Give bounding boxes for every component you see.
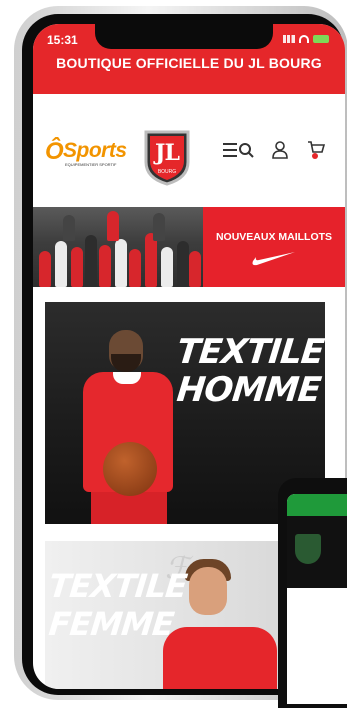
menu-icon — [223, 143, 254, 158]
team-player — [85, 235, 97, 287]
menu-search-button[interactable] — [223, 139, 255, 161]
team-player — [161, 247, 173, 287]
player-beard — [111, 354, 141, 372]
team-player — [107, 211, 119, 241]
hero-banner[interactable]: NOUVEAUX MAILLOTS — [33, 207, 345, 287]
second-phone-screen — [287, 494, 347, 704]
cart-button[interactable] — [305, 139, 327, 161]
top-banner: 15:31 BOUTIQUE OFFICIELLE DU JL BOURG — [33, 24, 345, 94]
homme-line1: TEXTILE — [174, 332, 325, 372]
osports-logo-o: Ô — [45, 138, 64, 165]
team-player — [63, 215, 75, 241]
account-button[interactable] — [269, 139, 291, 161]
team-photo — [33, 207, 203, 287]
second-phone-badge — [295, 534, 321, 564]
homme-line2: HOMME — [174, 370, 323, 410]
nike-swoosh-icon — [252, 252, 295, 266]
team-player — [153, 213, 165, 241]
header-icons — [223, 139, 327, 161]
site-logos[interactable]: Ô Sports EQUIPEMENTIER SPORTIF JL BOURG — [45, 128, 195, 188]
cart-icon — [308, 141, 325, 159]
signal-icon — [283, 35, 295, 43]
team-player — [145, 233, 157, 287]
femme-head — [189, 567, 227, 615]
status-time: 15:31 — [47, 33, 78, 47]
femme-line2: FEMME — [47, 605, 176, 643]
nouveaux-maillots-panel[interactable]: NOUVEAUX MAILLOTS — [203, 207, 345, 287]
team-player — [177, 241, 189, 287]
osports-logo-text: Sports — [63, 139, 127, 162]
textile-femme-card[interactable]: ℱ TEXTILE FEMME — [45, 541, 283, 689]
basketball — [103, 442, 157, 496]
femme-line1: TEXTILE — [47, 567, 189, 605]
hero-title: NOUVEAUX MAILLOTS — [215, 231, 333, 243]
status-icons — [283, 35, 329, 43]
second-phone — [278, 478, 347, 708]
homme-player-photo — [73, 330, 183, 524]
phone-notch — [95, 24, 273, 49]
account-icon — [272, 141, 288, 159]
team-player — [55, 241, 67, 287]
team-player — [115, 239, 127, 287]
femme-shirt — [163, 627, 277, 689]
osports-logo[interactable]: Ô Sports EQUIPEMENTIER SPORTIF — [45, 138, 141, 168]
wifi-icon — [299, 35, 309, 43]
banner-title: BOUTIQUE OFFICIELLE DU JL BOURG — [56, 55, 322, 71]
player-shorts — [91, 492, 167, 524]
team-player — [99, 245, 111, 287]
team-player — [129, 249, 141, 287]
jl-logo-text: JL — [155, 140, 180, 166]
team-player — [39, 251, 51, 287]
jl-logo-sub: BOURG — [157, 169, 177, 175]
team-player — [189, 251, 201, 287]
second-phone-banner — [287, 494, 347, 516]
jl-bourg-logo[interactable]: JL BOURG — [142, 128, 192, 186]
osports-tagline: EQUIPEMENTIER SPORTIF — [65, 162, 117, 167]
team-player — [71, 247, 83, 287]
battery-icon — [313, 35, 329, 43]
